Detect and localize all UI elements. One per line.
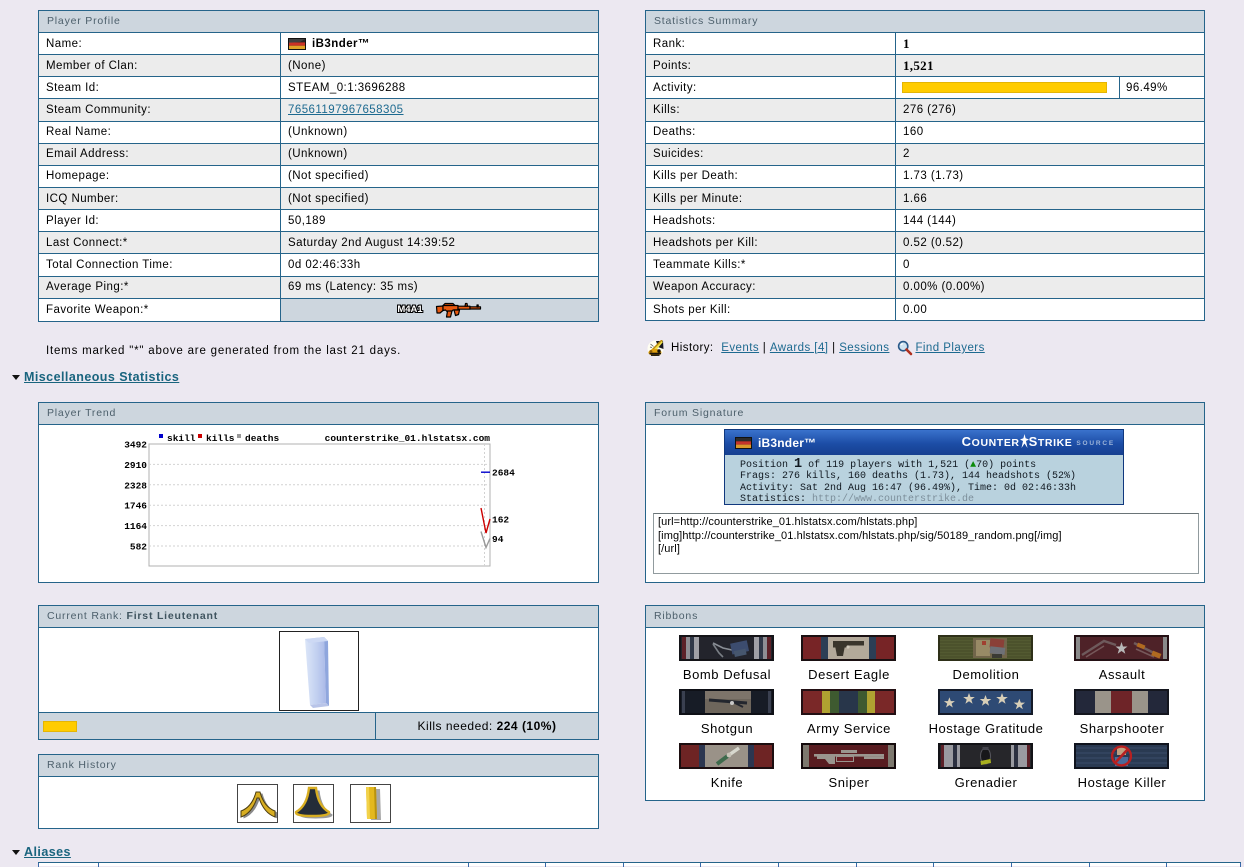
svg-text:2328: 2328 <box>124 480 147 491</box>
svg-text:2910: 2910 <box>124 460 147 471</box>
svg-text:3492: 3492 <box>124 440 147 451</box>
svg-text:1164: 1164 <box>124 521 147 532</box>
svg-text:counterstrike_01.hlstatsx.com: counterstrike_01.hlstatsx.com <box>325 433 491 444</box>
svg-text:deaths: deaths <box>245 433 280 444</box>
svg-text:94: 94 <box>492 534 504 545</box>
svg-text:582: 582 <box>130 542 147 553</box>
svg-text:skill: skill <box>167 433 196 444</box>
svg-text:2684: 2684 <box>492 468 515 479</box>
svg-text:1746: 1746 <box>124 501 147 512</box>
svg-text:kills: kills <box>206 433 235 444</box>
svg-text:162: 162 <box>492 515 509 526</box>
